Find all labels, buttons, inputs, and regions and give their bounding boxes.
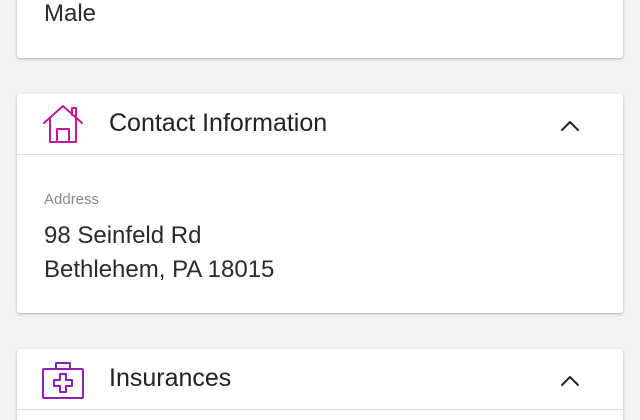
- address-line-2: Bethlehem, PA 18015: [44, 256, 275, 283]
- contact-information-title: Contact Information: [109, 109, 328, 137]
- insurances-title: Insurances: [109, 364, 232, 392]
- chevron-up-icon[interactable]: [557, 371, 583, 391]
- insurances-card: Insurances: [17, 349, 623, 420]
- gender-value: Male: [44, 0, 97, 27]
- house-icon: [41, 103, 85, 145]
- gender-card: Male: [17, 0, 623, 58]
- address-label: Address: [44, 191, 100, 208]
- contact-information-header[interactable]: Contact Information: [17, 94, 623, 155]
- patient-profile-page: Male Contact Information Address 98 Sein…: [0, 0, 640, 420]
- address-line-1: 98 Seinfeld Rd: [44, 222, 202, 249]
- contact-information-card: Contact Information Address 98 Seinfeld …: [17, 94, 623, 313]
- chevron-up-icon[interactable]: [557, 116, 583, 136]
- medical-kit-icon: [41, 358, 85, 400]
- insurances-header[interactable]: Insurances: [17, 349, 623, 410]
